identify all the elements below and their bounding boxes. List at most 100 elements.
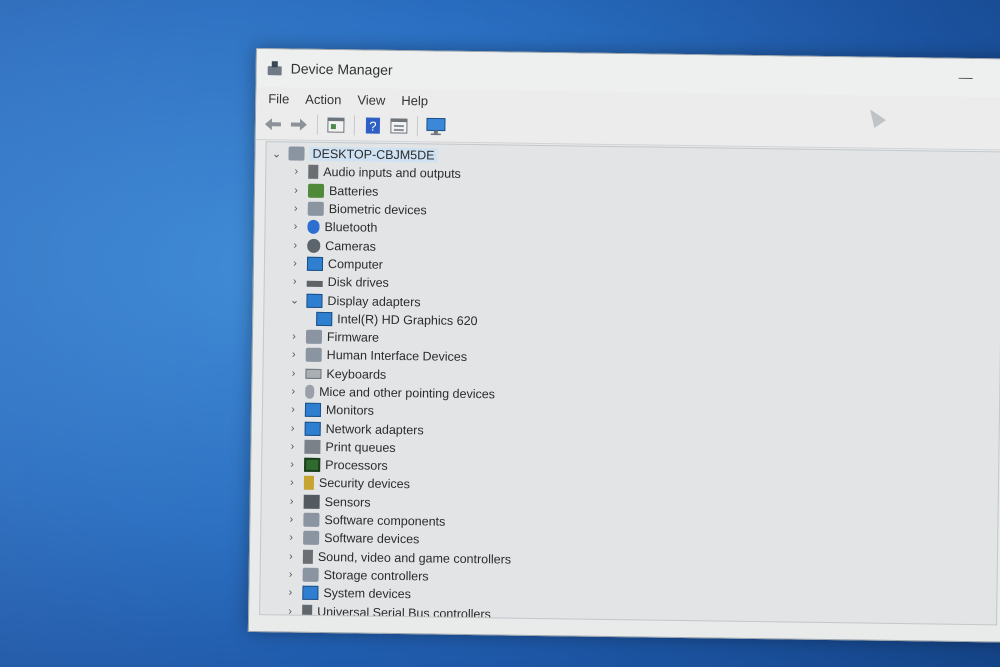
chevron-right-icon[interactable]: › [289, 221, 301, 233]
forward-arrow-icon [290, 118, 307, 131]
speaker-icon [308, 165, 319, 180]
chevron-right-icon[interactable]: › [290, 166, 302, 178]
firmware-icon [305, 329, 323, 345]
menu-view[interactable]: View [349, 90, 393, 110]
chevron-down-icon[interactable]: ⌄ [270, 147, 282, 160]
speaker-icon [302, 549, 314, 564]
category-label: Print queues [325, 439, 396, 455]
network-icon [304, 421, 321, 436]
chevron-right-icon[interactable]: › [289, 257, 301, 269]
usb-icon [302, 604, 313, 619]
category-label: Sensors [324, 494, 371, 510]
chevron-right-icon[interactable]: › [287, 422, 299, 434]
chevron-right-icon[interactable]: › [286, 440, 298, 452]
printer-icon [304, 439, 321, 454]
mouse-icon [305, 384, 315, 399]
category-label: Batteries [328, 183, 379, 199]
chevron-right-icon[interactable]: › [285, 550, 297, 562]
forward-button[interactable] [288, 113, 310, 135]
storage-icon [302, 567, 319, 582]
display-adapter-icon [306, 293, 323, 308]
sensor-icon [303, 494, 320, 509]
toolbar-separator [353, 115, 356, 136]
chevron-right-icon[interactable]: › [286, 459, 298, 471]
chevron-right-icon[interactable]: › [290, 203, 302, 215]
chevron-right-icon[interactable]: › [285, 568, 297, 580]
category-label: Software components [324, 513, 446, 529]
bluetooth-icon [307, 220, 320, 235]
battery-icon [307, 183, 325, 198]
menu-file[interactable]: File [260, 89, 297, 109]
toolbar-separator [416, 116, 419, 137]
chevron-right-icon[interactable]: › [287, 404, 299, 416]
help-button[interactable]: ? [362, 114, 384, 136]
category-label: Computer [327, 256, 383, 272]
category-label: System devices [323, 586, 412, 602]
properties-icon [327, 117, 345, 133]
computer-name: DESKTOP-CBJM5DE [309, 146, 438, 163]
window-title: Device Manager [290, 60, 393, 78]
properties-button[interactable] [325, 114, 347, 136]
software-component-icon [303, 512, 320, 528]
chevron-right-icon[interactable]: › [289, 276, 301, 288]
device-label: Intel(R) HD Graphics 620 [337, 311, 478, 328]
category-label: Universal Serial Bus controllers [317, 604, 491, 621]
category-label: Network adapters [325, 421, 424, 437]
category-label: Firmware [326, 330, 380, 345]
chevron-right-icon[interactable]: › [288, 331, 300, 343]
device-manager-icon [267, 60, 283, 76]
chevron-right-icon[interactable]: › [287, 367, 299, 379]
toolbar-separator [316, 114, 319, 135]
system-icon [302, 585, 319, 601]
key-icon [303, 476, 315, 491]
device-tree-pane[interactable]: ⌄ DESKTOP-CBJM5DE › Audio inputs and outp… [259, 141, 1000, 626]
category-label: Software devices [324, 531, 420, 547]
back-button[interactable] [262, 113, 284, 135]
category-label: Display adapters [327, 293, 421, 309]
category-label: Bluetooth [324, 220, 378, 236]
monitor-icon [306, 256, 324, 271]
chevron-right-icon[interactable]: › [287, 385, 299, 398]
software-device-icon [303, 531, 320, 546]
category-label: Biometric devices [328, 202, 427, 218]
view-icon [390, 118, 408, 134]
chevron-right-icon[interactable]: › [284, 587, 296, 599]
monitor-icon [304, 403, 322, 418]
chevron-right-icon[interactable]: › [286, 495, 298, 507]
help-icon: ? [365, 117, 381, 134]
chevron-right-icon[interactable]: › [290, 184, 302, 196]
chevron-right-icon[interactable]: › [289, 239, 301, 251]
category-label: Mice and other pointing devices [319, 384, 496, 402]
keyboard-icon [305, 368, 322, 379]
menu-action[interactable]: Action [297, 89, 349, 109]
view-button[interactable] [388, 115, 410, 137]
category-label: Storage controllers [323, 567, 429, 584]
category-label: Processors [325, 458, 388, 474]
category-label: Security devices [318, 476, 411, 492]
scan-hardware-button[interactable] [425, 115, 447, 137]
back-arrow-icon [264, 118, 281, 131]
device-manager-window: Device Manager — File Action View Help ? [247, 48, 1000, 643]
hid-icon [305, 348, 322, 363]
chip-icon [304, 457, 321, 473]
computer-icon [288, 146, 305, 161]
chevron-right-icon[interactable]: › [285, 514, 297, 526]
biometric-icon [307, 201, 324, 216]
menu-help[interactable]: Help [393, 90, 436, 110]
category-label: Cameras [325, 238, 377, 254]
svg-text:?: ? [369, 119, 376, 134]
category-label: Disk drives [327, 275, 389, 291]
minimize-button[interactable]: — [959, 69, 973, 85]
chevron-right-icon[interactable]: › [286, 477, 298, 489]
category-label: Human Interface Devices [326, 348, 468, 365]
category-label: Monitors [325, 403, 374, 418]
display-adapter-icon [316, 311, 333, 326]
chevron-right-icon[interactable]: › [288, 349, 300, 361]
device-tree: ⌄ DESKTOP-CBJM5DE › Audio inputs and outp… [260, 142, 1000, 625]
category-label: Keyboards [326, 366, 387, 382]
category-label: Audio inputs and outputs [323, 165, 461, 182]
category-label: Sound, video and game controllers [317, 549, 512, 567]
chevron-down-icon[interactable]: ⌄ [288, 293, 300, 307]
chevron-right-icon[interactable]: › [285, 532, 297, 544]
chevron-right-icon[interactable]: › [284, 605, 296, 617]
